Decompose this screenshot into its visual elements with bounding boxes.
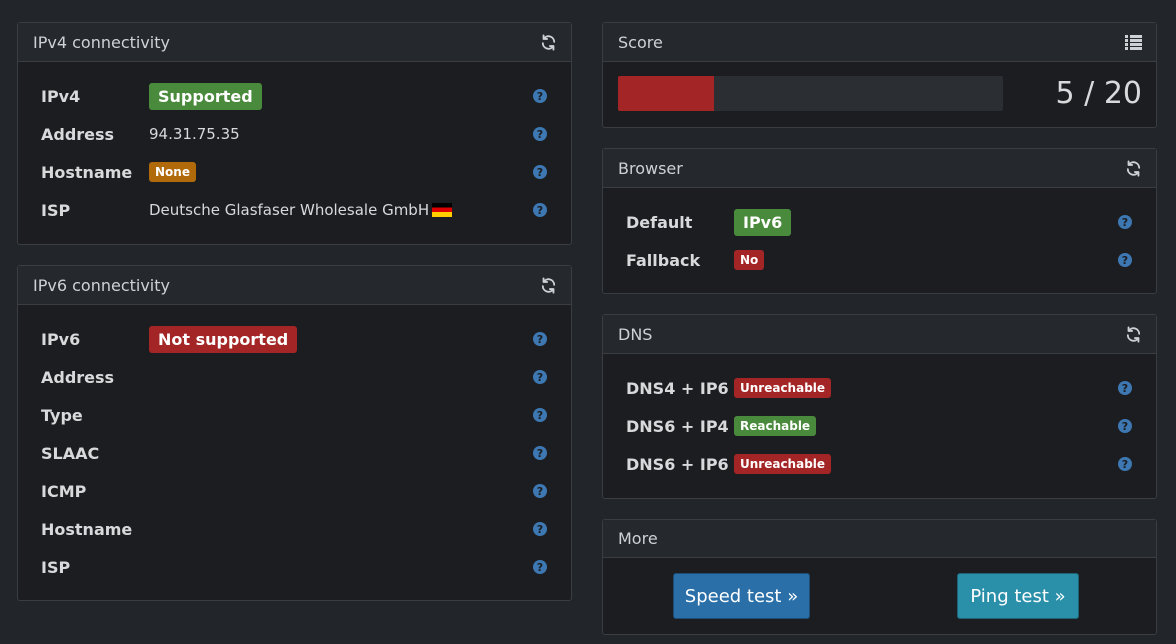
status-badge: Not supported [149,325,298,353]
browser-panel-header: Browser [603,149,1156,188]
status-badge: IPv6 [734,208,792,236]
help-icon[interactable]: ? [533,127,547,141]
more-panel-header: More [603,520,1156,558]
help-icon[interactable]: ? [533,408,547,422]
status-badge: No [734,250,765,270]
ipv4-row-hostname: Hostname None ? [18,160,571,184]
isp-name: Deutsche Glasfaser Wholesale GmbH [149,201,430,219]
browser-panel-title: Browser [618,158,683,178]
germany-flag-icon [432,203,453,217]
score-value: 5 / 20 [1055,76,1142,111]
dns-row-dns6-ip6: DNS6 + IP6 Unreachable ? [603,452,1156,476]
help-icon[interactable]: ? [1118,215,1132,229]
speed-test-button[interactable]: Speed test » [673,573,810,619]
row-label: Default [626,212,693,232]
help-icon[interactable]: ? [1118,381,1132,395]
help-icon[interactable]: ? [533,89,547,103]
dns-panel-title: DNS [618,324,653,344]
help-icon[interactable]: ? [533,370,547,384]
help-icon[interactable]: ? [1118,457,1132,471]
row-label: Type [41,405,83,425]
refresh-icon[interactable] [1124,159,1142,177]
help-icon[interactable]: ? [533,446,547,460]
help-icon[interactable]: ? [533,522,547,536]
more-panel: More Speed test » Ping test » [602,519,1157,635]
ipv6-row-ipv6: IPv6 Not supported ? [18,325,571,353]
ipv4-panel: IPv4 connectivity IPv4 Supported ? Addre… [17,22,572,245]
dns-panel: DNS DNS4 + IP6 Unreachable ? DNS6 + IP4 … [602,314,1157,499]
row-label: Address [41,124,115,144]
status-badge: None [149,162,196,182]
row-label: Hostname [41,519,133,539]
row-label: Fallback [626,250,701,270]
score-progress-fill [618,76,715,111]
status-badge: Supported [149,82,262,110]
row-label: DNS6 + IP6 [626,454,729,474]
help-icon[interactable]: ? [533,484,547,498]
refresh-icon[interactable] [539,33,557,51]
dns-row-dns4-ip6: DNS4 + IP6 Unreachable ? [603,376,1156,400]
list-icon[interactable] [1124,33,1142,51]
ipv4-address-link[interactable]: 94.31.75.35 [149,125,240,143]
ipv6-row-type: Type ? [18,403,571,427]
status-badge: Reachable [734,416,817,436]
ping-test-button[interactable]: Ping test » [957,573,1079,619]
help-icon[interactable]: ? [1118,419,1132,433]
ipv6-row-isp: ISP ? [18,555,571,579]
score-panel: Score 5 / 20 [602,22,1157,128]
row-label: ISP [41,200,71,220]
dns-panel-header: DNS [603,315,1156,354]
ipv6-panel-title: IPv6 connectivity [33,275,170,295]
ipv6-row-slaac: SLAAC ? [18,441,571,465]
status-badge: Unreachable [734,378,832,398]
score-panel-header: Score [603,23,1156,62]
row-label: SLAAC [41,443,100,463]
ipv6-row-hostname: Hostname ? [18,517,571,541]
refresh-icon[interactable] [1124,325,1142,343]
help-icon[interactable]: ? [533,165,547,179]
row-label: IPv4 [41,86,81,106]
help-icon[interactable]: ? [533,560,547,574]
help-icon[interactable]: ? [533,332,547,346]
browser-panel: Browser Default IPv6 ? Fallback No ? [602,148,1157,294]
row-label: Hostname [41,162,133,182]
row-label: IPv6 [41,329,81,349]
ipv4-row-address: Address 94.31.75.35 ? [18,122,571,146]
row-label: ICMP [41,481,87,501]
help-icon[interactable]: ? [1118,253,1132,267]
ipv6-row-icmp: ICMP ? [18,479,571,503]
more-panel-title: More [618,529,658,548]
row-label: Address [41,367,115,387]
ipv6-panel: IPv6 connectivity IPv6 Not supported ? A… [17,265,572,601]
dns-row-dns6-ip4: DNS6 + IP4 Reachable ? [603,414,1156,438]
browser-row-fallback: Fallback No ? [603,248,1156,272]
score-panel-title: Score [618,32,663,52]
row-label: ISP [41,557,71,577]
ipv6-row-address: Address ? [18,365,571,389]
row-label: DNS4 + IP6 [626,378,729,398]
status-badge: Unreachable [734,454,832,474]
ipv4-row-isp: ISP Deutsche Glasfaser Wholesale GmbH ? [18,198,571,222]
row-label: DNS6 + IP4 [626,416,729,436]
refresh-icon[interactable] [539,276,557,294]
ipv4-panel-title: IPv4 connectivity [33,32,170,52]
browser-row-default: Default IPv6 ? [603,208,1156,236]
help-icon[interactable]: ? [533,203,547,217]
ipv4-row-ipv4: IPv4 Supported ? [18,82,571,110]
ipv6-panel-header: IPv6 connectivity [18,266,571,305]
ipv4-panel-header: IPv4 connectivity [18,23,571,62]
score-progress-bar [618,76,1003,111]
